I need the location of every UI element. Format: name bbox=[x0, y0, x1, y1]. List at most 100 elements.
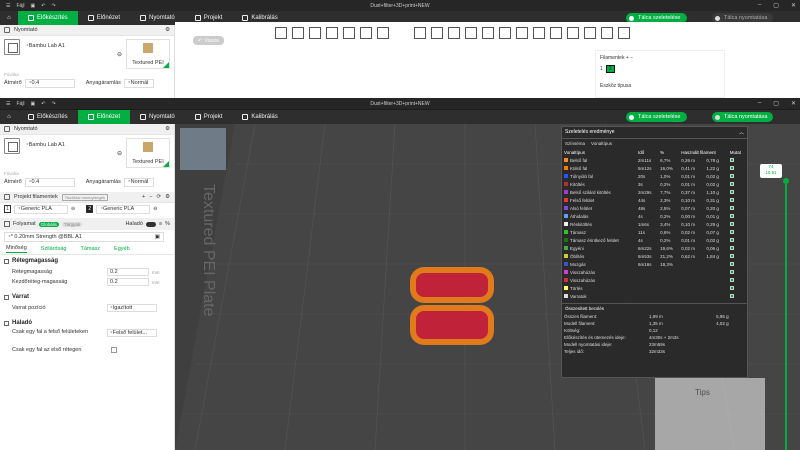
layer-height-input[interactable]: 0.2 bbox=[107, 268, 149, 276]
tab-preview[interactable]: Előnézet bbox=[77, 110, 131, 124]
visibility-checkbox[interactable] bbox=[729, 165, 734, 170]
filament-1-number[interactable]: 1 bbox=[4, 205, 11, 213]
save-icon[interactable]: ▣ bbox=[31, 101, 36, 107]
visibility-cell[interactable] bbox=[728, 236, 747, 244]
tab-quality[interactable]: Minőség bbox=[6, 245, 27, 253]
visibility-checkbox[interactable] bbox=[729, 269, 734, 274]
visibility-cell[interactable] bbox=[728, 204, 747, 212]
only-one-wall-select[interactable]: ⁃ Felső felület... bbox=[107, 329, 157, 337]
arrange-icon[interactable] bbox=[326, 27, 338, 39]
visibility-checkbox[interactable] bbox=[729, 237, 734, 242]
diameter-select[interactable]: ⁃ 0.4 bbox=[24, 78, 75, 88]
maximize-icon[interactable]: ▢ bbox=[773, 2, 779, 9]
visibility-checkbox[interactable] bbox=[729, 173, 734, 178]
remove-icon[interactable]: − bbox=[630, 55, 633, 61]
visibility-cell[interactable] bbox=[728, 252, 747, 260]
menu-icon[interactable]: ☰ bbox=[6, 3, 10, 9]
plate-icon[interactable] bbox=[343, 27, 355, 39]
visibility-checkbox[interactable] bbox=[729, 197, 734, 202]
layer-slider[interactable]: 74 10.51 bbox=[760, 164, 790, 450]
color-paint-icon[interactable] bbox=[584, 27, 596, 39]
menu-icon[interactable]: ☰ bbox=[6, 101, 10, 107]
visibility-checkbox[interactable] bbox=[729, 181, 734, 186]
tab-calibration[interactable]: Kalibrálás bbox=[232, 110, 287, 124]
flow-select[interactable]: ⁃ Normál bbox=[123, 177, 154, 187]
printer-select[interactable]: ⁃ Bambu Lab A1 bbox=[26, 142, 65, 148]
visibility-checkbox[interactable] bbox=[729, 157, 734, 162]
visibility-cell[interactable] bbox=[728, 228, 747, 236]
print-plate-button[interactable]: Tálca nyomtatása bbox=[712, 112, 774, 122]
file-menu[interactable]: Fájl bbox=[16, 101, 24, 107]
visibility-cell[interactable] bbox=[728, 244, 747, 252]
plate-select[interactable]: Textured PEI bbox=[126, 39, 170, 69]
collapse-icon[interactable]: ︿ bbox=[739, 129, 744, 136]
file-menu[interactable]: Fájl bbox=[16, 3, 24, 9]
minimize-icon[interactable]: – bbox=[758, 2, 761, 9]
visibility-checkbox[interactable] bbox=[729, 205, 734, 210]
assembly-icon[interactable] bbox=[601, 27, 613, 39]
home-icon[interactable]: ⌂ bbox=[4, 13, 14, 23]
redo-icon[interactable]: ↷ bbox=[51, 101, 55, 107]
process-profile-select[interactable]: ⁃ * 0.20mm Strength @BBL A1 ▣ bbox=[4, 231, 164, 242]
visibility-cell[interactable] bbox=[728, 268, 747, 276]
tab-prepare[interactable]: Előkészítés bbox=[18, 11, 78, 25]
plate-select[interactable]: Textured PEI bbox=[126, 138, 170, 168]
sync-icon[interactable]: ⟳ bbox=[156, 194, 161, 200]
add-object-icon[interactable] bbox=[275, 27, 287, 39]
rotate-icon[interactable] bbox=[431, 27, 443, 39]
visibility-checkbox[interactable] bbox=[729, 261, 734, 266]
flow-select[interactable]: ⁃ Normál bbox=[123, 78, 154, 88]
visibility-cell[interactable] bbox=[728, 180, 747, 188]
diameter-select[interactable]: ⁃ 0.4 bbox=[24, 177, 75, 187]
home-icon[interactable]: ⌂ bbox=[4, 112, 14, 122]
visibility-checkbox[interactable] bbox=[729, 189, 734, 194]
save-icon[interactable]: ▣ bbox=[155, 234, 160, 240]
tips-panel[interactable]: Tips bbox=[655, 378, 765, 450]
add-icon[interactable]: + bbox=[626, 55, 629, 61]
visibility-checkbox[interactable] bbox=[729, 213, 734, 218]
cut-icon[interactable] bbox=[482, 27, 494, 39]
visibility-cell[interactable] bbox=[728, 284, 747, 292]
tab-support[interactable]: Támasz bbox=[80, 246, 100, 252]
grid-icon[interactable] bbox=[292, 27, 304, 39]
orient-icon[interactable] bbox=[309, 27, 321, 39]
tab-printer[interactable]: Nyomtató bbox=[130, 110, 185, 124]
gear-icon[interactable]: ⚙ bbox=[165, 27, 170, 33]
filament-slot[interactable]: 2 bbox=[605, 65, 615, 73]
visibility-cell[interactable] bbox=[728, 212, 747, 220]
global-toggle[interactable]: Globális bbox=[38, 221, 59, 227]
objects-toggle[interactable]: Tárgyak bbox=[61, 221, 83, 227]
visibility-checkbox[interactable] bbox=[729, 293, 734, 298]
advanced-toggle[interactable] bbox=[145, 221, 156, 227]
select-icon[interactable] bbox=[618, 27, 630, 39]
compare-icon[interactable]: ≡ bbox=[159, 221, 162, 227]
maximize-icon[interactable]: ▢ bbox=[773, 100, 779, 107]
close-icon[interactable]: ✕ bbox=[791, 100, 796, 107]
seam-paint-icon[interactable] bbox=[533, 27, 545, 39]
visibility-checkbox[interactable] bbox=[729, 229, 734, 234]
visibility-cell[interactable] bbox=[728, 188, 747, 196]
connect-icon[interactable]: ⊖ bbox=[117, 150, 122, 157]
visibility-cell[interactable] bbox=[728, 220, 747, 228]
color-scheme-select[interactable]: Vonaltípus bbox=[591, 141, 612, 146]
minimize-icon[interactable]: – bbox=[758, 100, 761, 107]
visibility-checkbox[interactable] bbox=[729, 277, 734, 282]
gear-icon[interactable]: ⚙ bbox=[165, 194, 170, 200]
view-cube[interactable] bbox=[180, 128, 226, 170]
lay-flat-icon[interactable] bbox=[465, 27, 477, 39]
tab-others[interactable]: Egyéb bbox=[114, 246, 130, 252]
visibility-checkbox[interactable] bbox=[729, 245, 734, 250]
visibility-cell[interactable] bbox=[728, 164, 747, 172]
filament-1-select[interactable]: ⁃ Generic PLA bbox=[14, 204, 68, 214]
model-object[interactable] bbox=[408, 265, 496, 347]
support-paint-icon[interactable] bbox=[516, 27, 528, 39]
only-one-first-checkbox[interactable] bbox=[111, 347, 117, 353]
layers-icon[interactable] bbox=[377, 27, 389, 39]
visibility-cell[interactable] bbox=[728, 196, 747, 204]
flush-volumes-button[interactable]: Tisztítási mennyiségek bbox=[61, 193, 109, 201]
tab-project[interactable]: Projekt bbox=[185, 110, 233, 124]
undo-icon[interactable]: ↶ bbox=[41, 3, 45, 9]
undo-icon[interactable]: ↶ bbox=[41, 101, 45, 107]
visibility-cell[interactable] bbox=[728, 260, 747, 268]
text-icon[interactable] bbox=[550, 27, 562, 39]
